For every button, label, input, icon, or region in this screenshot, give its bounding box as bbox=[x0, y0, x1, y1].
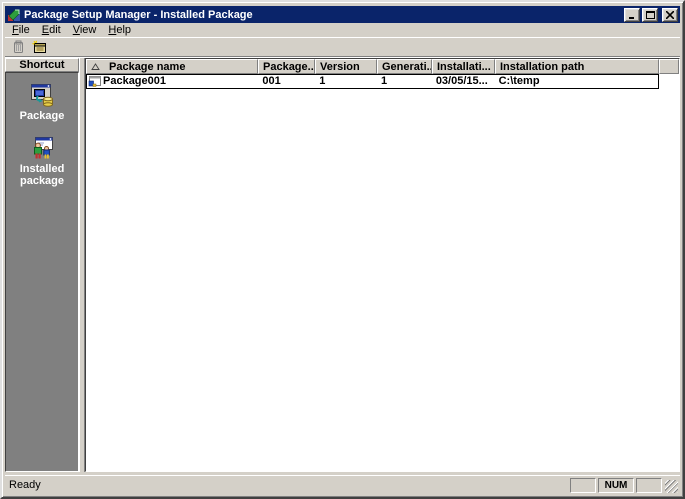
minimize-icon bbox=[629, 16, 634, 19]
menu-view[interactable]: View bbox=[67, 24, 103, 37]
minimize-button[interactable] bbox=[624, 7, 640, 22]
column-label: Generati... bbox=[382, 60, 432, 73]
sidebar-item-label: Installed package bbox=[19, 163, 65, 187]
column-label: Package... bbox=[263, 60, 315, 73]
cell-version: 1 bbox=[319, 75, 326, 87]
shortcut-sidebar: Shortcut Package Installed package bbox=[5, 58, 79, 472]
cell-installation-path: C:\temp bbox=[498, 75, 540, 87]
shortcut-header: Shortcut bbox=[5, 58, 79, 72]
cell-installation-date: 03/05/15... bbox=[435, 75, 488, 87]
status-pane-scroll bbox=[636, 477, 662, 493]
column-header-filler bbox=[659, 59, 679, 74]
table-row[interactable]: Package001 001 1 1 03/05/15... C:\temp bbox=[86, 74, 659, 89]
column-label: Installation path bbox=[500, 60, 585, 73]
maximize-button[interactable] bbox=[642, 7, 658, 22]
cell-text: Package001 bbox=[103, 75, 166, 87]
package-tool-button[interactable] bbox=[7, 39, 28, 56]
status-message: Ready bbox=[9, 479, 41, 491]
toolbar bbox=[5, 37, 680, 56]
menu-file[interactable]: File bbox=[6, 24, 36, 37]
cell-package-id: 001 bbox=[262, 75, 281, 87]
column-header-package-name[interactable]: Package name bbox=[86, 59, 258, 74]
package-list: Package name Package... Version Generati… bbox=[85, 58, 680, 472]
shortcut-panel: Package Installed package bbox=[5, 72, 79, 472]
toolbar-separator bbox=[5, 56, 680, 57]
status-bar: Ready NUM bbox=[5, 475, 680, 494]
package-shortcut-icon bbox=[31, 84, 53, 107]
title-bar[interactable]: Package Setup Manager - Installed Packag… bbox=[5, 6, 680, 23]
close-button[interactable] bbox=[662, 7, 678, 22]
sidebar-item-package[interactable]: Package bbox=[11, 83, 73, 122]
window-title: Package Setup Manager - Installed Packag… bbox=[24, 8, 253, 21]
app-icon bbox=[8, 9, 20, 21]
cell-package-name: Package001 bbox=[87, 75, 258, 88]
column-header-version[interactable]: Version bbox=[315, 59, 377, 74]
column-header-installation-date[interactable]: Installati... bbox=[432, 59, 495, 74]
properties-tool-button[interactable] bbox=[28, 39, 49, 56]
installed-package-shortcut-icon bbox=[34, 137, 53, 159]
list-header: Package name Package... Version Generati… bbox=[86, 59, 679, 74]
column-header-installation-path[interactable]: Installation path bbox=[495, 59, 659, 74]
app-window: Package Setup Manager - Installed Packag… bbox=[0, 0, 685, 499]
sidebar-item-installed-package[interactable]: Installed package bbox=[11, 136, 73, 187]
resize-grip-icon[interactable] bbox=[665, 480, 678, 493]
status-pane-caps bbox=[570, 477, 596, 493]
package-item-icon bbox=[88, 75, 101, 87]
menu-edit[interactable]: Edit bbox=[36, 24, 67, 37]
column-label: Package name bbox=[109, 60, 186, 73]
menu-help[interactable]: Help bbox=[102, 24, 137, 37]
status-pane-num: NUM bbox=[598, 477, 634, 493]
sort-ascending-icon bbox=[91, 62, 100, 70]
column-header-package-id[interactable]: Package... bbox=[258, 59, 315, 74]
column-header-generation[interactable]: Generati... bbox=[377, 59, 432, 74]
column-label: Installati... bbox=[437, 60, 491, 73]
sidebar-item-label: Package bbox=[19, 110, 65, 122]
maximize-icon bbox=[645, 11, 655, 19]
cell-generation: 1 bbox=[380, 75, 388, 87]
main-content: Shortcut Package Installed package Packa… bbox=[5, 58, 680, 472]
properties-tool-icon bbox=[31, 40, 46, 53]
column-label: Version bbox=[320, 60, 360, 73]
package-tool-icon bbox=[13, 40, 23, 53]
close-icon bbox=[666, 10, 674, 19]
menu-bar: File Edit View Help bbox=[5, 23, 680, 37]
